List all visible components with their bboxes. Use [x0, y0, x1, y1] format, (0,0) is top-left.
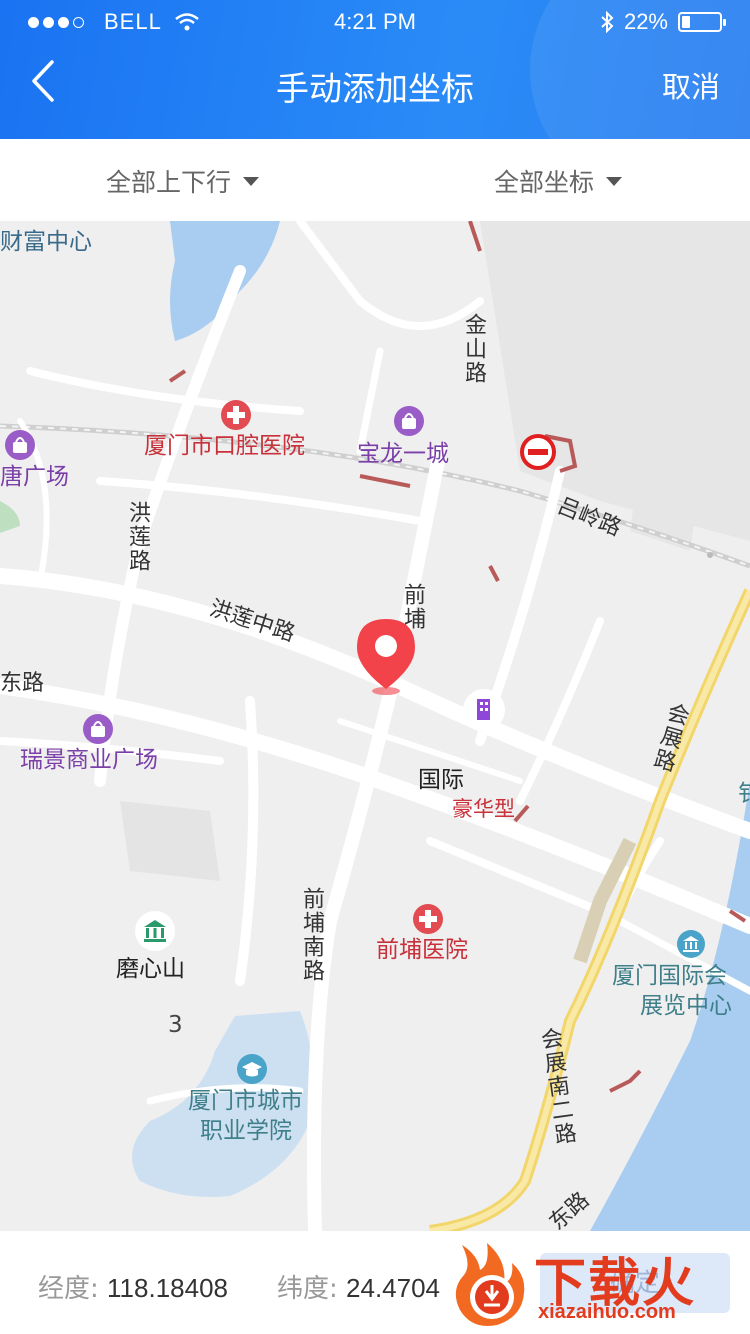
poi-label: 展览中心	[640, 993, 732, 1019]
school-icon	[237, 1054, 267, 1084]
museum-icon	[677, 930, 705, 958]
latitude-value: 24.4704	[346, 1273, 441, 1303]
shopping-bag-icon	[5, 430, 35, 460]
poi-label: 磨心山	[116, 956, 185, 982]
cancel-button[interactable]: 取消	[662, 64, 720, 106]
caret-down-icon	[606, 176, 623, 186]
flame-logo-icon	[455, 1243, 525, 1326]
battery-icon	[678, 12, 726, 32]
poi-label: 前埔医院	[376, 937, 468, 963]
landmark-icon	[135, 911, 175, 951]
page-title: 手动添加坐标	[276, 69, 474, 108]
poi-label: 瑞景商业广场	[20, 747, 158, 773]
shopping-bag-icon	[83, 714, 113, 744]
longitude-value: 118.18408	[107, 1273, 229, 1303]
hospital-icon	[413, 904, 443, 934]
coordinate-filter-dropdown[interactable]: 全部坐标	[494, 163, 623, 199]
shopping-bag-icon	[394, 406, 424, 436]
poi-label: 国际	[418, 767, 464, 793]
longitude-label: 经度:	[38, 1274, 99, 1304]
poi-label: 唐广场	[0, 464, 69, 490]
poi-label: 厦门市口腔医院	[144, 433, 305, 459]
watermark-logo: 下载火 xiazaihuo.com	[442, 1235, 742, 1331]
nav-bar: 手动添加坐标 取消	[0, 44, 750, 139]
latitude-label: 纬度:	[277, 1274, 338, 1304]
road-label: 前埔南路	[299, 887, 324, 983]
coordinate-bar: 经度: 118.18408 纬度: 24.4704 确定 下载火 xiazaih…	[0, 1231, 750, 1334]
poi-label: 厦门市城市	[188, 1088, 303, 1114]
bluetooth-icon	[601, 11, 614, 33]
road-label: 洪莲路	[125, 501, 150, 573]
coordinate-filter-label: 全部坐标	[494, 168, 595, 197]
office-building-icon	[463, 689, 505, 731]
hospital-icon	[221, 400, 251, 430]
direction-filter-label: 全部上下行	[106, 168, 232, 197]
poi-label: 钅	[738, 781, 750, 807]
direction-filter-dropdown[interactable]: 全部上下行	[106, 163, 260, 199]
caret-down-icon	[243, 176, 260, 186]
poi-label: 3	[168, 1012, 183, 1038]
map-view[interactable]: 财富中心 厦门市口腔医院 宝龙一城 唐广场 瑞景商业广场 国际 豪华型 前埔医院…	[0, 221, 750, 1231]
filter-bar: 全部上下行 全部坐标	[0, 139, 750, 221]
road-label: 金山路	[461, 313, 486, 385]
road-label: 前埔	[400, 583, 425, 631]
poi-label: 职业学院	[200, 1118, 292, 1144]
poi-label: 厦门国际会	[612, 963, 727, 989]
battery-percent: 22%	[623, 9, 668, 34]
app-header: BELL 4:21 PM 22% 手动添加坐标 取消	[0, 0, 750, 139]
poi-label: 豪华型	[452, 797, 515, 821]
status-bar: BELL 4:21 PM 22%	[0, 0, 750, 44]
longitude-display: 经度: 118.18408	[38, 1268, 228, 1305]
poi-label: 财富中心	[0, 229, 92, 255]
latitude-display: 纬度: 24.4704	[277, 1268, 440, 1305]
watermark-url: xiazaihuo.com	[538, 1301, 676, 1323]
poi-label: 宝龙一城	[357, 441, 449, 467]
road-label: 东路	[0, 671, 45, 696]
